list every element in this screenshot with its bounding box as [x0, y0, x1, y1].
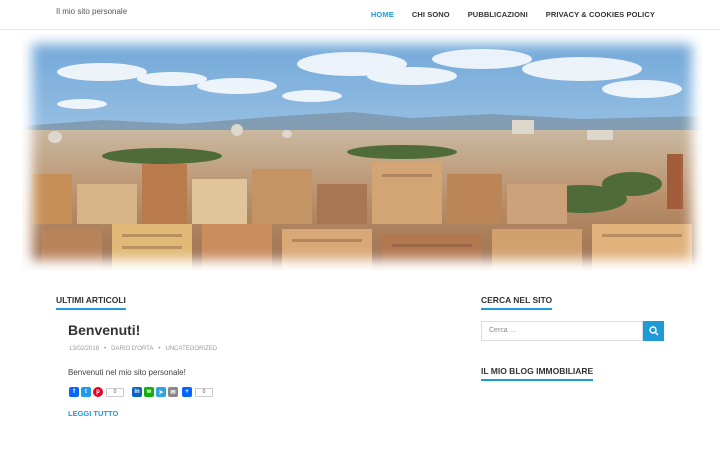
rome-panorama-image — [22, 34, 702, 270]
post-meta: 13/02/2018 • DARIO D'ORTA • UNCATEGORIZE… — [69, 346, 217, 352]
post-category[interactable]: UNCATEGORIZED — [166, 346, 218, 352]
nav-item-privacy[interactable]: PRIVACY & COOKIES POLICY — [546, 10, 655, 19]
post-date[interactable]: 13/02/2018 — [69, 346, 99, 352]
search-widget-title: CERCA NEL SITO — [481, 295, 553, 310]
post-author[interactable]: DARIO D'ORTA — [111, 346, 153, 352]
site-description: Il mio sito personale — [56, 7, 128, 16]
telegram-icon[interactable]: ➤ — [156, 387, 166, 397]
nav-item-home[interactable]: HOME — [371, 10, 394, 19]
share-buttons: f t p 0 in w ➤ ✉ + 0 — [69, 387, 219, 397]
search-button[interactable] — [643, 321, 664, 341]
nav-item-chi-sono[interactable]: CHI SONO — [412, 10, 450, 19]
facebook-icon[interactable]: f — [69, 387, 79, 397]
email-icon[interactable]: ✉ — [168, 387, 178, 397]
pinterest-count: 0 — [106, 387, 124, 397]
share-icon[interactable]: + — [182, 387, 192, 397]
meta-separator: • — [104, 346, 107, 352]
post-title[interactable]: Benvenuti! — [68, 322, 140, 338]
search-icon — [648, 326, 659, 336]
search-input[interactable]: Cerca … — [481, 321, 643, 341]
section-title: ULTIMI ARTICOLI — [56, 295, 126, 310]
post-excerpt: Benvenuti nel mio sito personale! — [68, 368, 186, 377]
site-header: Il mio sito personale HOME CHI SONO PUBB… — [0, 0, 720, 30]
blog-widget-title: IL MIO BLOG IMMOBILIARE — [481, 366, 594, 381]
read-more-link[interactable]: LEGGI TUTTO — [68, 409, 118, 418]
twitter-icon[interactable]: t — [81, 387, 91, 397]
whatsapp-icon[interactable]: w — [144, 387, 154, 397]
meta-separator: • — [158, 346, 161, 352]
header-image — [22, 34, 702, 270]
nav-item-pubblicazioni[interactable]: PUBBLICAZIONI — [468, 10, 528, 19]
share-count: 0 — [195, 387, 213, 397]
linkedin-icon[interactable]: in — [132, 387, 142, 397]
pinterest-icon[interactable]: p — [93, 387, 103, 397]
main-navigation: HOME CHI SONO PUBBLICAZIONI PRIVACY & CO… — [353, 10, 655, 19]
